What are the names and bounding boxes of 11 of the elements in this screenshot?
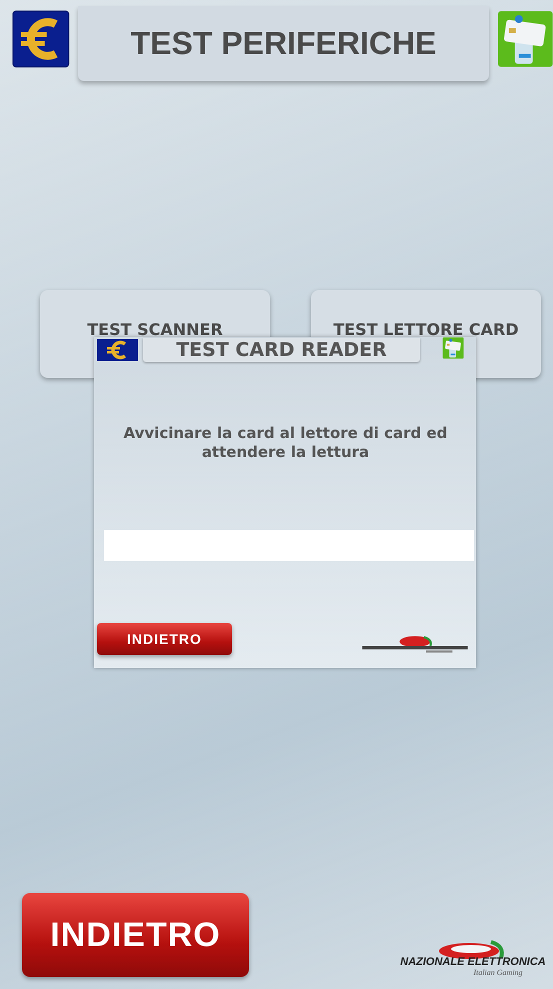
logo-tagline: Italian Gaming [473,968,523,977]
euro-icon [97,338,138,360]
euro-icon [12,10,70,68]
dialog-message: Avvicinare la card al lettore di card ed attendere la lettura [122,424,448,462]
input-field[interactable] [104,530,474,561]
back-button[interactable]: INDIETRO [97,623,232,655]
card-phone-icon [497,10,553,68]
dialog-title: TEST CARD READER [143,338,420,362]
back-button[interactable]: INDIETRO [22,893,249,977]
page-title: TEST PERIFERICHE [78,6,490,81]
logo-name: NAZIONALE ELETTRONICA [400,956,546,968]
